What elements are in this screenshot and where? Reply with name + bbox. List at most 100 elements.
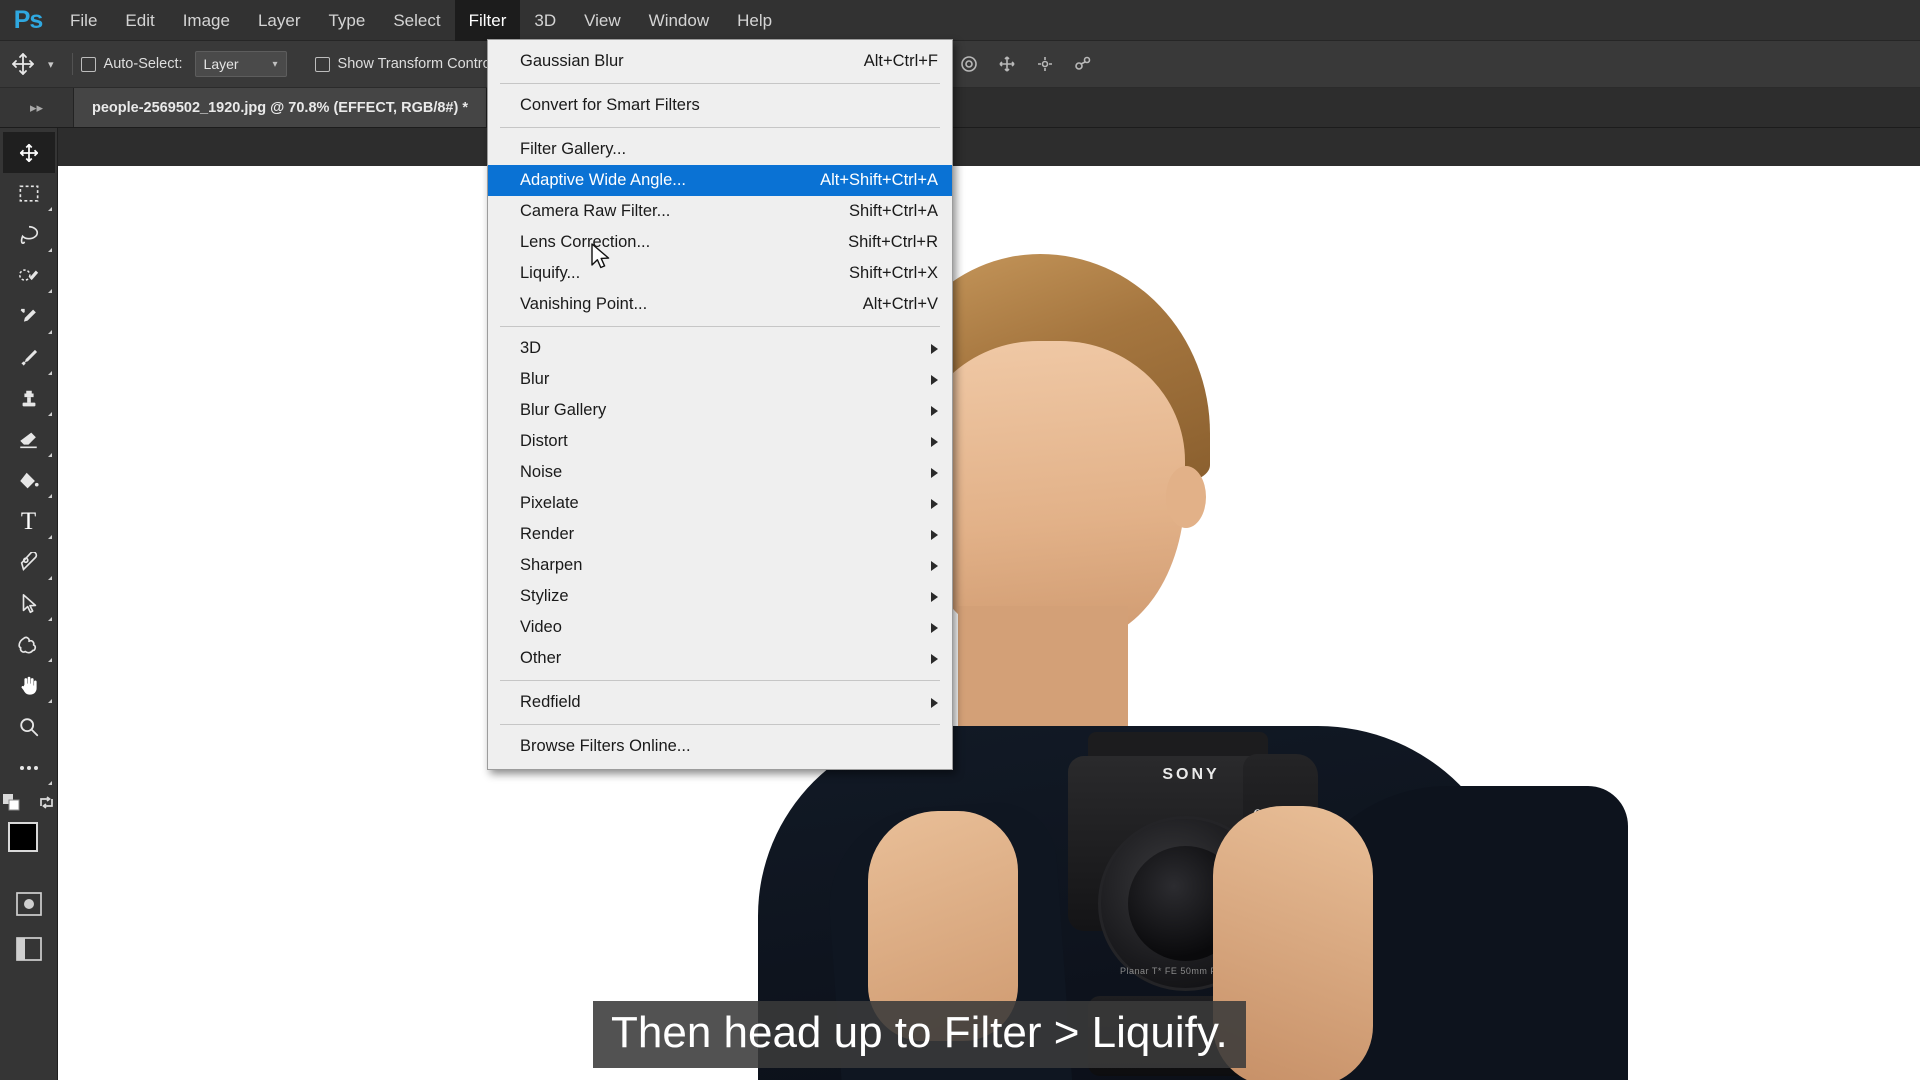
- submenu-arrow-icon: [931, 374, 938, 385]
- filter-menu-item-other[interactable]: Other: [488, 643, 952, 674]
- pen-tool-icon[interactable]: [3, 542, 55, 583]
- document-tab[interactable]: people-2569502_1920.jpg @ 70.8% (EFFECT,…: [74, 88, 487, 127]
- menu-3d[interactable]: 3D: [520, 0, 570, 41]
- brush-tool-icon[interactable]: [3, 337, 55, 378]
- filter-menu-item-browse-filters-online[interactable]: Browse Filters Online...: [488, 731, 952, 762]
- filter-menu-item-filter-gallery[interactable]: Filter Gallery...: [488, 134, 952, 165]
- filter-menu-item-render[interactable]: Render: [488, 519, 952, 550]
- filter-menu-item-noise[interactable]: Noise: [488, 457, 952, 488]
- filter-menu-item-redfield[interactable]: Redfield: [488, 687, 952, 718]
- submenu-arrow-icon: [931, 529, 938, 540]
- tab-bar-filler: [58, 128, 1920, 166]
- menu-item-label: Other: [520, 649, 562, 667]
- 3d-scale-icon[interactable]: [1066, 49, 1100, 79]
- eraser-tool-icon[interactable]: [3, 419, 55, 460]
- tool-flyout-corner: [47, 781, 52, 785]
- menu-separator: [500, 724, 940, 725]
- filter-menu-item-lens-correction[interactable]: Lens Correction... Shift+Ctrl+R: [488, 227, 952, 258]
- menu-type[interactable]: Type: [314, 0, 379, 41]
- auto-select-checkbox[interactable]: [80, 56, 96, 72]
- submenu-arrow-icon: [931, 343, 938, 354]
- filter-menu-item-pixelate[interactable]: Pixelate: [488, 488, 952, 519]
- filter-menu-item-distort[interactable]: Distort: [488, 426, 952, 457]
- menu-filter[interactable]: Filter: [454, 0, 521, 41]
- show-transform-label: Show Transform Controls: [337, 56, 502, 72]
- rectangular-marquee-tool-icon[interactable]: [3, 173, 55, 214]
- menu-select[interactable]: Select: [379, 0, 454, 41]
- menu-image[interactable]: Image: [169, 0, 244, 41]
- submenu-arrow-icon: [931, 697, 938, 708]
- menu-item-label: Browse Filters Online...: [520, 737, 691, 755]
- photoshop-window: Ps File Edit Image Layer Type Select Filter 3D V…: [0, 0, 1920, 1080]
- tool-flyout-corner: [47, 494, 52, 498]
- camera-brand-label: SONY: [1162, 766, 1220, 783]
- document-tab-title: people-2569502_1920.jpg @ 70.8% (EFFECT,…: [92, 99, 468, 116]
- menu-item-label: Liquify...: [520, 264, 581, 282]
- document-tab-bar: ▸▸ people-2569502_1920.jpg @ 70.8% (EFFE…: [0, 88, 1920, 128]
- menu-item-label: Redfield: [520, 693, 581, 711]
- tool-flyout-corner: [47, 289, 52, 293]
- type-tool-icon[interactable]: T: [3, 501, 55, 542]
- auto-select-scope-dropdown[interactable]: Layer ▾: [194, 51, 287, 77]
- submenu-arrow-icon: [931, 622, 938, 633]
- collapse-panels-icon[interactable]: ▸▸: [0, 88, 74, 127]
- quick-selection-tool-icon[interactable]: [3, 255, 55, 296]
- move-tool-icon[interactable]: [2, 132, 55, 173]
- quick-mask-icon[interactable]: [15, 892, 42, 921]
- menu-help[interactable]: Help: [723, 0, 786, 41]
- default-colors-icon[interactable]: [2, 794, 20, 816]
- filter-menu-item-vanishing-point[interactable]: Vanishing Point... Alt+Ctrl+V: [488, 289, 952, 320]
- show-transform-checkbox[interactable]: [314, 56, 330, 72]
- filter-menu-item-adaptive-wide-angle[interactable]: Adaptive Wide Angle... Alt+Shift+Ctrl+A: [488, 165, 952, 196]
- menu-window[interactable]: Window: [635, 0, 723, 41]
- filter-menu-dropdown[interactable]: Gaussian Blur Alt+Ctrl+F Convert for Smart…: [487, 39, 953, 770]
- photographer-image: SONY α 7ᴵᴵᴵ Planar T* FE 50mm F1.4 ZA: [58, 166, 1920, 1080]
- menu-separator: [500, 680, 940, 681]
- tool-preset-chevron-down-icon[interactable]: ▾: [46, 58, 64, 71]
- menu-item-label: Pixelate: [520, 494, 579, 512]
- foreground-color-swatch[interactable]: [7, 822, 38, 852]
- custom-shape-tool-icon[interactable]: [3, 624, 55, 665]
- clone-stamp-tool-icon[interactable]: [3, 378, 55, 419]
- hand-tool-icon[interactable]: [3, 665, 55, 706]
- more-tools-icon[interactable]: [3, 747, 55, 788]
- filter-menu-item-blur[interactable]: Blur: [488, 364, 952, 395]
- path-selection-tool-icon[interactable]: [3, 583, 55, 624]
- show-transform-group: Show Transform Controls: [314, 56, 502, 72]
- filter-menu-item-sharpen[interactable]: Sharpen: [488, 550, 952, 581]
- menu-item-label: Adaptive Wide Angle...: [520, 171, 687, 189]
- paint-bucket-tool-icon[interactable]: [3, 460, 55, 501]
- lasso-tool-icon[interactable]: [3, 214, 55, 255]
- 3d-pan-icon[interactable]: [990, 49, 1024, 79]
- menu-layer[interactable]: Layer: [244, 0, 315, 41]
- options-bar: ▾ Auto-Select: Layer ▾ Show Transform Co…: [0, 41, 1920, 88]
- subject-ear: [1166, 466, 1206, 528]
- 3d-roll-icon[interactable]: [952, 49, 986, 79]
- filter-menu-item-liquify[interactable]: Liquify... Shift+Ctrl+X: [488, 258, 952, 289]
- swap-colors-icon[interactable]: [38, 794, 55, 816]
- menu-view[interactable]: View: [570, 0, 635, 41]
- zoom-tool-icon[interactable]: [3, 706, 55, 747]
- tool-flyout-corner: [47, 371, 52, 375]
- tool-flyout-corner: [47, 330, 52, 334]
- move-tool-icon[interactable]: [0, 41, 46, 88]
- submenu-arrow-icon: [931, 436, 938, 447]
- filter-menu-item-blur-gallery[interactable]: Blur Gallery: [488, 395, 952, 426]
- filter-menu-item-stylize[interactable]: Stylize: [488, 581, 952, 612]
- tools-panel: T: [0, 128, 58, 1080]
- filter-menu-item-convert-for-smart-filters[interactable]: Convert for Smart Filters: [488, 90, 952, 121]
- filter-menu-item-gaussian-blur[interactable]: Gaussian Blur Alt+Ctrl+F: [488, 46, 952, 77]
- 3d-slide-icon[interactable]: [1028, 49, 1062, 79]
- filter-menu-item-3d[interactable]: 3D: [488, 333, 952, 364]
- auto-select-group: Auto-Select: Layer ▾: [80, 51, 287, 77]
- filter-menu-item-camera-raw-filter[interactable]: Camera Raw Filter... Shift+Ctrl+A: [488, 196, 952, 227]
- menu-file[interactable]: File: [56, 0, 111, 41]
- menu-edit[interactable]: Edit: [111, 0, 168, 41]
- crop-eyedropper-tool-icon[interactable]: [3, 296, 55, 337]
- menu-bar: Ps File Edit Image Layer Type Select Filter 3D V…: [0, 0, 1920, 41]
- screen-mode-icon[interactable]: [15, 937, 42, 966]
- filter-menu-item-video[interactable]: Video: [488, 612, 952, 643]
- chevron-down-icon: ▾: [272, 58, 278, 70]
- image-canvas[interactable]: SONY α 7ᴵᴵᴵ Planar T* FE 50mm F1.4 ZA: [58, 166, 1920, 1080]
- submenu-arrow-icon: [931, 591, 938, 602]
